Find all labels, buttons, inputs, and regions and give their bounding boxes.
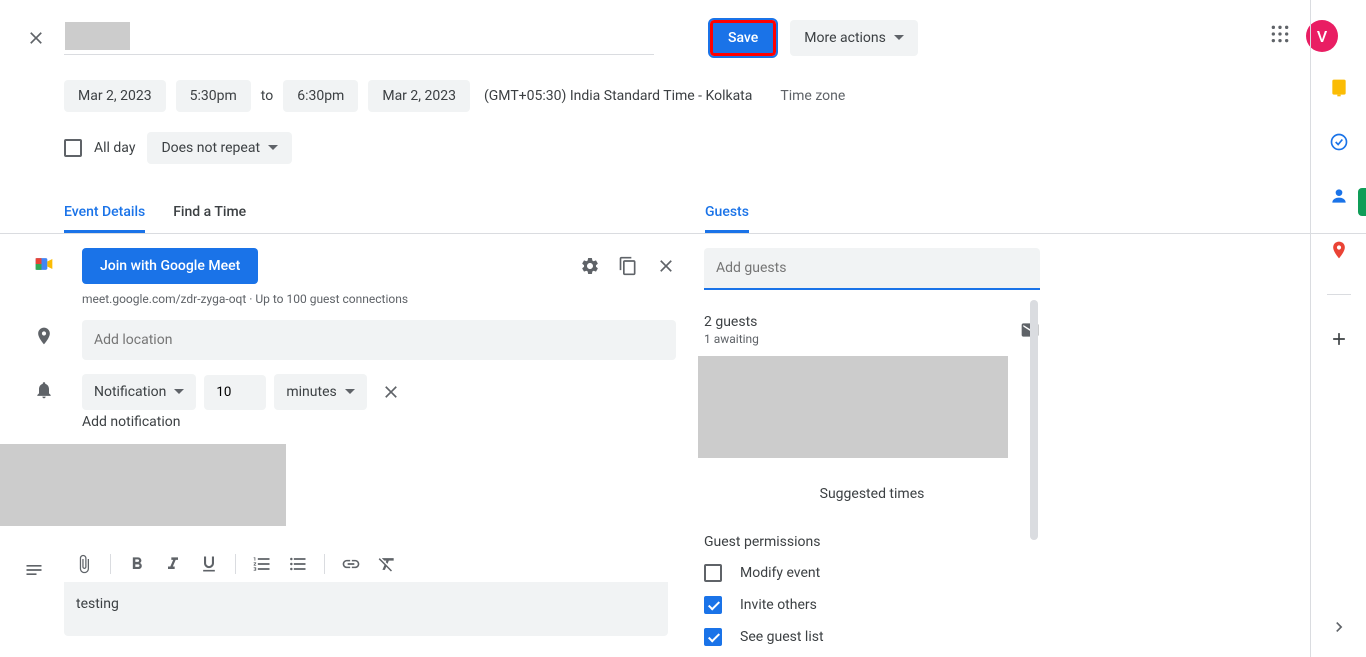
tab-event-details[interactable]: Event Details	[64, 204, 145, 233]
modify-event-checkbox[interactable]	[704, 564, 722, 582]
description-text[interactable]: testing	[64, 582, 668, 636]
add-addon-icon[interactable]	[1329, 329, 1349, 349]
redacted-block	[0, 444, 286, 526]
more-actions-button[interactable]: More actions	[790, 20, 918, 56]
notification-icon	[24, 374, 64, 400]
add-notification-link[interactable]: Add notification	[82, 414, 704, 430]
chevron-down-icon	[345, 389, 355, 399]
remove-meet-icon[interactable]	[656, 256, 676, 276]
link-icon[interactable]	[341, 554, 361, 574]
contacts-icon[interactable]	[1329, 186, 1349, 206]
to-label: to	[261, 88, 273, 104]
copy-icon[interactable]	[618, 256, 638, 276]
italic-icon[interactable]	[163, 554, 183, 574]
separator	[235, 554, 236, 574]
clear-format-icon[interactable]	[377, 554, 397, 574]
maps-icon[interactable]	[1329, 240, 1349, 260]
bold-icon[interactable]	[127, 554, 147, 574]
guest-permissions-title: Guest permissions	[704, 534, 1044, 550]
notification-value-input[interactable]	[204, 375, 266, 410]
active-addon-indicator	[1358, 188, 1366, 216]
add-guests-input[interactable]	[704, 248, 1040, 290]
bulleted-list-icon[interactable]	[288, 554, 308, 574]
see-guest-list-checkbox[interactable]	[704, 628, 722, 646]
separator	[324, 554, 325, 574]
numbered-list-icon[interactable]	[252, 554, 272, 574]
notification-unit-dropdown[interactable]: minutes	[274, 374, 366, 410]
description-icon	[24, 560, 44, 580]
side-panel-collapse-icon[interactable]	[1329, 617, 1349, 637]
location-icon	[24, 320, 64, 346]
close-icon[interactable]	[24, 26, 48, 50]
more-actions-label: More actions	[804, 30, 886, 46]
save-button[interactable]: Save	[710, 20, 776, 56]
start-date-chip[interactable]: Mar 2, 2023	[64, 80, 166, 112]
repeat-dropdown[interactable]: Does not repeat	[147, 132, 292, 164]
timezone-link[interactable]: Time zone	[780, 88, 845, 104]
allday-label: All day	[94, 140, 135, 156]
tasks-icon[interactable]	[1329, 132, 1349, 152]
start-time-chip[interactable]: 5:30pm	[176, 80, 251, 112]
google-apps-icon[interactable]	[1270, 24, 1290, 44]
allday-checkbox[interactable]	[64, 139, 82, 157]
timezone-text: (GMT+05:30) India Standard Time - Kolkat…	[484, 88, 752, 104]
chevron-down-icon	[894, 35, 904, 45]
repeat-label: Does not repeat	[161, 140, 260, 156]
separator	[1327, 294, 1351, 295]
end-date-chip[interactable]: Mar 2, 2023	[368, 80, 470, 112]
modify-event-label: Modify event	[740, 565, 820, 581]
guest-count: 2 guests	[704, 314, 1044, 330]
join-meet-button[interactable]: Join with Google Meet	[82, 248, 258, 284]
see-guest-list-label: See guest list	[740, 629, 824, 645]
end-time-chip[interactable]: 6:30pm	[283, 80, 358, 112]
tab-find-a-time[interactable]: Find a Time	[173, 204, 246, 233]
redacted-block	[65, 22, 130, 50]
meet-subtext: meet.google.com/zdr-zyga-oqt · Up to 100…	[82, 292, 704, 306]
notification-type-label: Notification	[94, 384, 166, 400]
redacted-block	[698, 356, 1008, 458]
invite-others-checkbox[interactable]	[704, 596, 722, 614]
chevron-down-icon	[268, 145, 278, 155]
chevron-down-icon	[174, 389, 184, 399]
separator	[110, 554, 111, 574]
tab-guests[interactable]: Guests	[705, 204, 749, 233]
underline-icon[interactable]	[199, 554, 219, 574]
invite-others-label: Invite others	[740, 597, 817, 613]
guest-awaiting: 1 awaiting	[704, 332, 1044, 346]
keep-icon[interactable]	[1329, 78, 1349, 98]
remove-notification-icon[interactable]	[375, 382, 407, 402]
notification-type-dropdown[interactable]: Notification	[82, 374, 196, 410]
meet-settings-icon[interactable]	[580, 256, 600, 276]
scrollbar[interactable]	[1030, 300, 1038, 540]
suggested-times-link[interactable]: Suggested times	[704, 486, 1040, 502]
location-input[interactable]	[82, 320, 676, 360]
event-title-input[interactable]	[64, 21, 654, 55]
attach-icon[interactable]	[74, 554, 94, 574]
meet-icon	[24, 248, 64, 274]
notification-unit-label: minutes	[286, 384, 336, 400]
